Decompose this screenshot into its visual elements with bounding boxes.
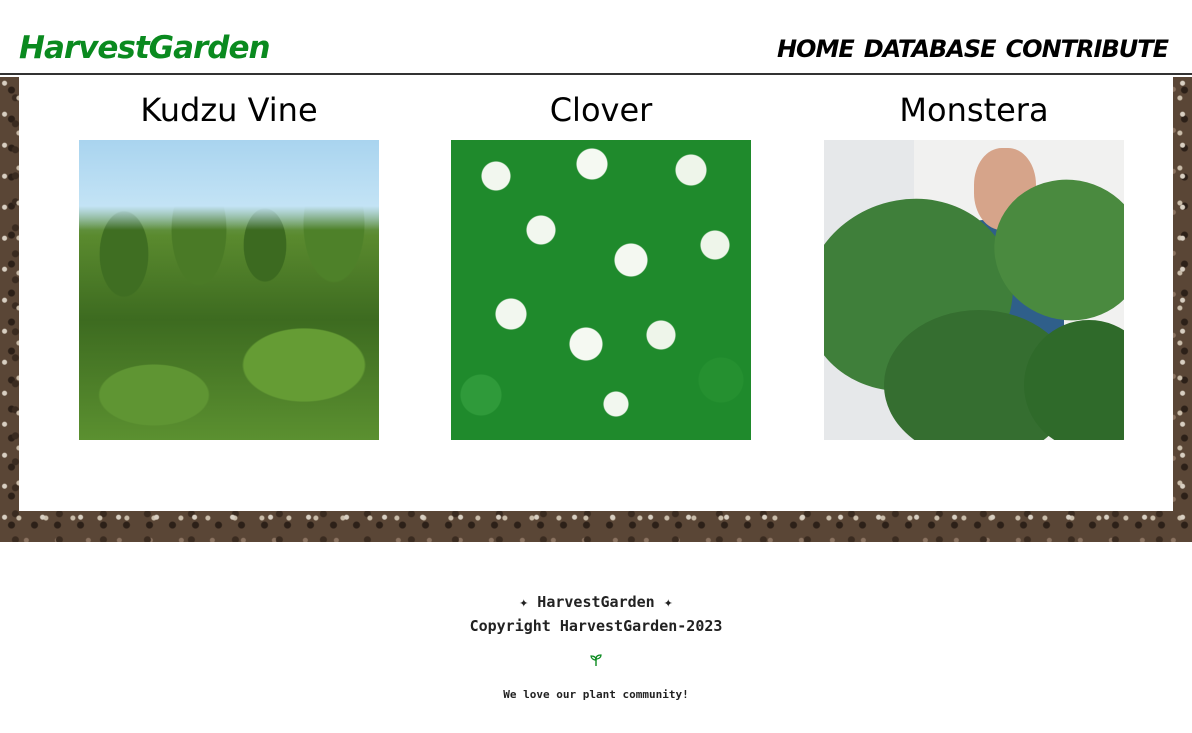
plant-card-title: Monstera — [899, 91, 1049, 129]
clover-photo[interactable] — [451, 140, 751, 440]
nav-contribute-link[interactable]: CONTRIBUTE — [1006, 35, 1169, 63]
footer-copyright: Copyright HarvestGarden-2023 — [469, 617, 723, 635]
main-nav: HOME DATABASE CONTRIBUTE — [777, 35, 1169, 63]
nav-home-link[interactable]: HOME — [777, 35, 855, 63]
footer-tagline: We love our plant community! — [503, 688, 689, 701]
site-footer: ✦ HarvestGarden ✦ Copyright HarvestGarde… — [0, 590, 1192, 701]
site-header: HarvestGarden HOME DATABASE CONTRIBUTE — [0, 0, 1192, 75]
plant-gallery: Kudzu Vine Clover Monstera — [19, 77, 1173, 511]
footer-brand: ✦ HarvestGarden ✦ — [519, 593, 673, 611]
kudzu-vine-photo[interactable] — [79, 140, 379, 440]
sprout-icon — [0, 653, 1192, 673]
monstera-photo[interactable] — [824, 140, 1124, 440]
nav-database-link[interactable]: DATABASE — [864, 35, 997, 63]
site-logo[interactable]: HarvestGarden — [19, 30, 271, 66]
